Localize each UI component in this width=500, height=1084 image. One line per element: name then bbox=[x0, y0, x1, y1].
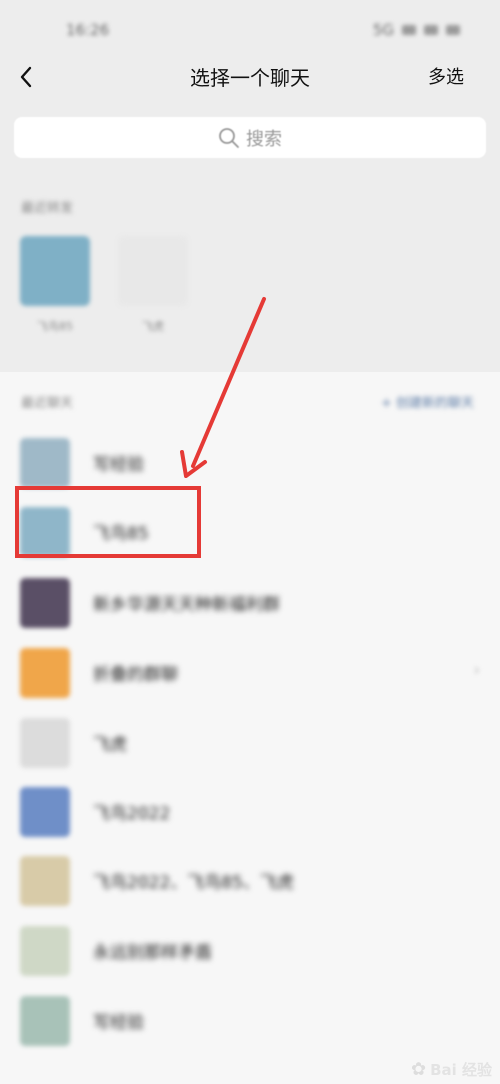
highlight-box bbox=[15, 486, 201, 558]
chat-row[interactable]: 飞虎 bbox=[0, 708, 500, 776]
nav-bar: 选择一个聊天 多选 bbox=[0, 50, 500, 102]
paw-logo-icon: ✿ bbox=[410, 1059, 427, 1080]
search-placeholder: 搜索 bbox=[246, 128, 282, 150]
chat-row[interactable]: 折叠的群聊 › bbox=[0, 638, 500, 706]
chevron-right-icon: › bbox=[473, 660, 480, 679]
recent-contacts-label: 最近转发 bbox=[21, 201, 74, 216]
chat-name: 飞虎 bbox=[93, 735, 127, 755]
watermark-text: Bai 经验 bbox=[430, 1061, 492, 1079]
recent-contact-item[interactable]: 飞虎 bbox=[118, 236, 188, 334]
chat-name: 永远别那样矛盾 bbox=[93, 943, 212, 963]
avatar bbox=[20, 718, 70, 768]
wifi-icon bbox=[424, 25, 438, 35]
recent-contact-item[interactable]: 飞鸟85 bbox=[20, 236, 90, 334]
chat-row[interactable]: 飞鸟2022 bbox=[0, 777, 500, 845]
chat-row[interactable]: 写经验 bbox=[0, 986, 500, 1054]
chat-name: 飞鸟2022、飞鸟85、飞虎 bbox=[93, 873, 294, 893]
chat-name: 写经验 bbox=[93, 1013, 144, 1033]
chat-row[interactable]: 新乡华源天天种新福利群 bbox=[0, 568, 500, 636]
chat-name: 写经验 bbox=[93, 455, 144, 475]
chat-name: 飞鸟2022 bbox=[93, 804, 171, 824]
avatar bbox=[20, 648, 70, 698]
recent-contact-name: 飞虎 bbox=[142, 320, 164, 333]
battery-icon bbox=[446, 25, 460, 35]
avatar bbox=[20, 787, 70, 837]
search-icon bbox=[219, 127, 239, 148]
recent-contact-name: 飞鸟85 bbox=[37, 320, 73, 333]
avatar bbox=[20, 438, 70, 488]
signal-icon bbox=[402, 25, 416, 35]
chat-row[interactable]: 飞鸟2022、飞鸟85、飞虎 bbox=[0, 846, 500, 914]
avatar bbox=[20, 926, 70, 976]
network-label: 5G bbox=[372, 21, 394, 39]
create-new-chat-link[interactable]: + 创建新的聊天 bbox=[381, 392, 474, 411]
status-time: 16:26 bbox=[66, 21, 110, 39]
search-input[interactable]: 搜索 bbox=[14, 117, 486, 158]
chat-row[interactable]: 永远别那样矛盾 bbox=[0, 916, 500, 984]
avatar bbox=[20, 236, 90, 306]
avatar bbox=[20, 856, 70, 906]
avatar bbox=[118, 236, 188, 306]
avatar bbox=[20, 578, 70, 628]
page-title: 选择一个聊天 bbox=[190, 66, 310, 90]
status-indicators: 5G bbox=[373, 21, 460, 39]
chat-name: 新乡华源天天种新福利群 bbox=[93, 595, 280, 615]
chat-name: 折叠的群聊 bbox=[93, 665, 178, 685]
watermark: ✿ Bai 经验 bbox=[411, 1059, 492, 1080]
multi-select-button[interactable]: 多选 bbox=[428, 63, 464, 89]
recent-chats-label: 最近聊天 bbox=[21, 396, 74, 411]
avatar bbox=[20, 996, 70, 1046]
